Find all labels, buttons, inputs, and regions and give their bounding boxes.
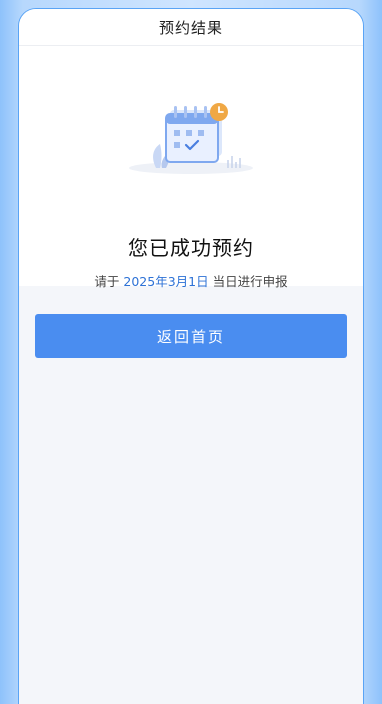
subtitle-prefix: 请于	[94, 274, 120, 289]
phone-frame: 预约结果 您已成功预约 请于 2025年3月1日 当日进行申报 返回首页	[18, 8, 364, 704]
result-card: 您已成功预约 请于 2025年3月1日 当日进行申报	[19, 46, 363, 289]
nav-bar: 预约结果	[19, 9, 363, 46]
calendar-check-clock-icon	[129, 103, 253, 174]
page-title: 预约结果	[158, 18, 223, 37]
result-title: 您已成功预约	[128, 236, 254, 260]
return-home-button[interactable]: 返回首页	[35, 314, 347, 358]
subtitle-suffix: 当日进行申报	[212, 274, 288, 289]
appointment-date: 2025年3月1日	[123, 274, 209, 289]
result-subtitle: 请于 2025年3月1日 当日进行申报	[19, 274, 363, 290]
